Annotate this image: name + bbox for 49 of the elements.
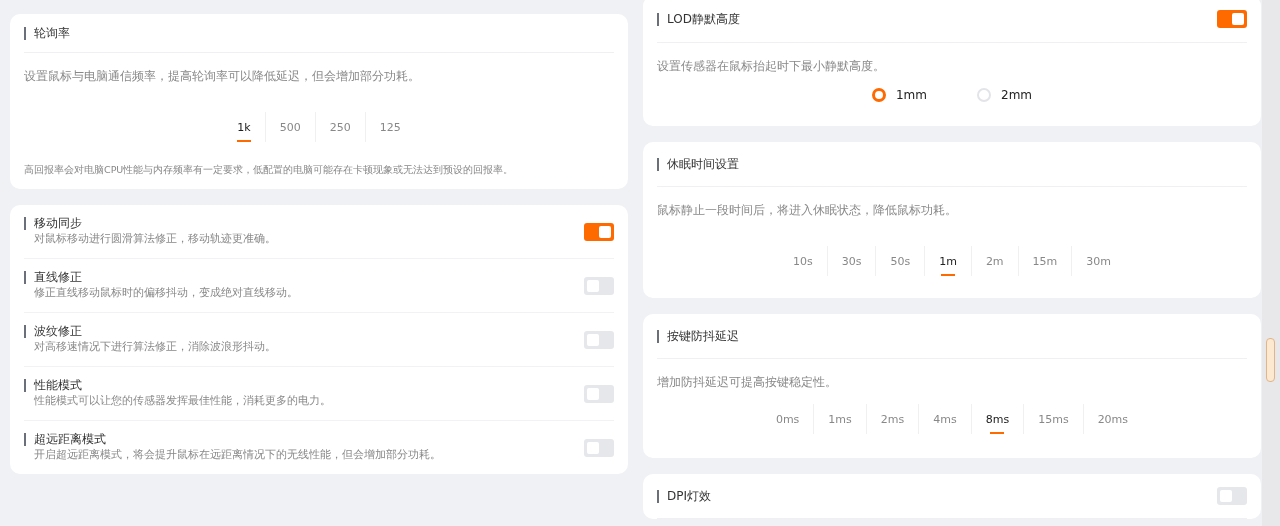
option-tab[interactable]: 0ms [761,404,814,434]
setting-description: 修正直线移动鼠标时的偏移抖动，变成绝对直线移动。 [33,286,298,300]
setting-title: 超远距离模式 [24,433,441,446]
setting-title: 直线修正 [24,271,298,284]
section-title: DPI灯效 [657,489,711,503]
section-title: 按键防抖延迟 [657,329,739,343]
toggle-switch[interactable] [584,384,614,403]
option-tab[interactable]: 15ms [1023,404,1083,434]
section-description: 设置传感器在鼠标抬起时下最小静默高度。 [657,58,886,74]
setting-description: 对鼠标移动进行圆滑算法修正，移动轨迹更准确。 [33,232,276,246]
toggle-switch[interactable] [584,438,614,457]
setting-description: 性能模式可以让您的传感器发挥最佳性能，消耗更多的电力。 [33,394,331,408]
option-tab[interactable]: 250 [314,112,365,142]
scrollbar-track[interactable] [1262,0,1280,526]
section-title: 休眠时间设置 [657,157,739,171]
option-tab[interactable]: 30m [1071,246,1126,276]
radio-option[interactable]: 2mm [977,88,1032,102]
note-text: 高回报率会对电脑CPU性能与内存频率有一定要求，低配置的电脑可能存在卡顿现象或无法达到预设的回报率。 [24,164,515,177]
option-tab[interactable]: 1ms [813,404,866,434]
option-tab[interactable]: 4ms [918,404,971,434]
setting-title: 性能模式 [24,379,331,392]
option-tab[interactable]: 8ms [970,404,1024,434]
section-title: 轮询率 [24,26,70,40]
radio-option[interactable]: 1mm [872,88,927,102]
section-description: 设置鼠标与电脑通信频率，提高轮询率可以降低延迟，但会增加部分功耗。 [24,68,421,84]
option-tab[interactable]: 2ms [865,404,919,434]
option-tab[interactable]: 15m [1017,246,1072,276]
option-tab[interactable]: 125 [364,112,415,142]
section-description: 增加防抖延迟可提高按键稳定性。 [657,374,838,390]
setting-description: 对高移速情况下进行算法修正，消除波浪形抖动。 [33,340,276,354]
toggle-switch[interactable] [584,276,614,295]
setting-title: 移动同步 [24,217,276,230]
setting-description: 开启超远距离模式，将会提升鼠标在远距离情况下的无线性能，但会增加部分功耗。 [33,448,441,462]
toggle-switch[interactable] [1217,487,1247,505]
toggle-switch[interactable] [584,222,614,241]
toggle-switch[interactable] [1217,10,1247,28]
option-tab[interactable]: 50s [875,246,925,276]
option-tab[interactable]: 1k [223,112,265,142]
option-tab[interactable]: 2m [970,246,1018,276]
option-tab[interactable]: 500 [264,112,315,142]
section-description: 鼠标静止一段时间后，将进入休眠状态，降低鼠标功耗。 [657,202,958,218]
option-tab[interactable]: 1m [924,246,971,276]
section-title: LOD静默高度 [657,12,740,26]
option-tab[interactable]: 10s [778,246,827,276]
option-tab[interactable]: 20ms [1082,404,1143,434]
setting-title: 波纹修正 [24,325,276,338]
option-tab[interactable]: 30s [826,246,876,276]
toggle-switch[interactable] [584,330,614,349]
scrollbar-thumb[interactable] [1266,338,1275,382]
